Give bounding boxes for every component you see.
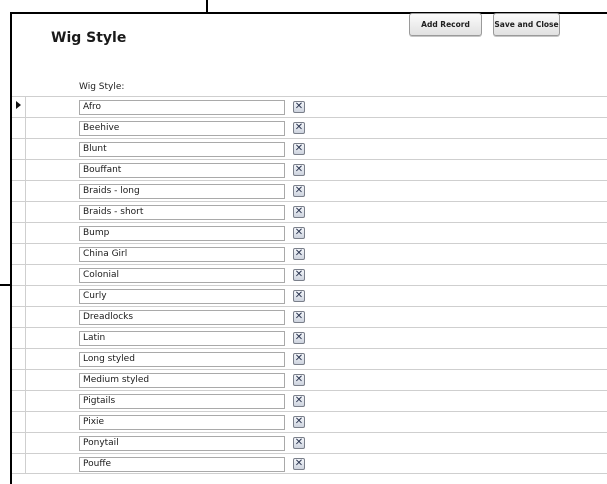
record-selector[interactable] bbox=[12, 160, 26, 180]
record-selector[interactable] bbox=[12, 286, 26, 306]
delete-record-icon[interactable]: ✕ bbox=[293, 101, 305, 113]
record-selector[interactable] bbox=[12, 412, 26, 432]
record-row: Curly ✕ bbox=[12, 285, 607, 306]
wig-style-field[interactable]: Pigtails bbox=[79, 394, 285, 409]
wig-style-field[interactable]: Ponytail bbox=[79, 436, 285, 451]
record-selector[interactable] bbox=[12, 328, 26, 348]
record-row: Medium styled ✕ bbox=[12, 369, 607, 390]
delete-record-icon[interactable]: ✕ bbox=[293, 143, 305, 155]
wig-style-field[interactable]: Latin bbox=[79, 331, 285, 346]
wig-style-field[interactable]: Bouffant bbox=[79, 163, 285, 178]
record-row: Colonial ✕ bbox=[12, 264, 607, 285]
delete-record-icon[interactable]: ✕ bbox=[293, 416, 305, 428]
record-row: Pixie ✕ bbox=[12, 411, 607, 432]
wig-style-field[interactable]: Blunt bbox=[79, 142, 285, 157]
record-selector[interactable] bbox=[12, 349, 26, 369]
record-selector[interactable] bbox=[12, 244, 26, 264]
record-row: Pigtails ✕ bbox=[12, 390, 607, 411]
record-row: Braids - short ✕ bbox=[12, 201, 607, 222]
delete-record-icon[interactable]: ✕ bbox=[293, 185, 305, 197]
record-selector[interactable] bbox=[12, 265, 26, 285]
wig-style-field[interactable]: Pouffe bbox=[79, 457, 285, 472]
record-selector[interactable] bbox=[12, 370, 26, 390]
record-row: Bump ✕ bbox=[12, 222, 607, 243]
wig-style-field[interactable]: Long styled bbox=[79, 352, 285, 367]
record-row: Latin ✕ bbox=[12, 327, 607, 348]
delete-record-icon[interactable]: ✕ bbox=[293, 206, 305, 218]
record-row: China Girl ✕ bbox=[12, 243, 607, 264]
record-row: Braids - long ✕ bbox=[12, 180, 607, 201]
record-selector[interactable] bbox=[12, 97, 26, 117]
wig-style-field[interactable]: Medium styled bbox=[79, 373, 285, 388]
delete-record-icon[interactable]: ✕ bbox=[293, 353, 305, 365]
delete-record-icon[interactable]: ✕ bbox=[293, 290, 305, 302]
add-record-button[interactable]: Add Record bbox=[409, 13, 482, 36]
delete-record-icon[interactable]: ✕ bbox=[293, 248, 305, 260]
record-row: Dreadlocks ✕ bbox=[12, 306, 607, 327]
delete-record-icon[interactable]: ✕ bbox=[293, 458, 305, 470]
wig-style-field[interactable]: Braids - long bbox=[79, 184, 285, 199]
delete-record-icon[interactable]: ✕ bbox=[293, 164, 305, 176]
record-row: Ponytail ✕ bbox=[12, 432, 607, 453]
wig-style-field[interactable]: China Girl bbox=[79, 247, 285, 262]
record-row: Blunt ✕ bbox=[12, 138, 607, 159]
delete-record-icon[interactable]: ✕ bbox=[293, 122, 305, 134]
record-selector[interactable] bbox=[12, 223, 26, 243]
record-selector[interactable] bbox=[12, 391, 26, 411]
record-selector[interactable] bbox=[12, 433, 26, 453]
current-record-arrow-icon bbox=[16, 101, 21, 109]
record-selector[interactable] bbox=[12, 181, 26, 201]
delete-record-icon[interactable]: ✕ bbox=[293, 374, 305, 386]
wig-style-field[interactable]: Afro bbox=[79, 100, 285, 115]
wig-style-field[interactable]: Dreadlocks bbox=[79, 310, 285, 325]
record-selector[interactable] bbox=[12, 307, 26, 327]
column-header-wig-style: Wig Style: bbox=[79, 82, 125, 92]
window-left-stub bbox=[0, 284, 12, 286]
delete-record-icon[interactable]: ✕ bbox=[293, 332, 305, 344]
wig-style-field[interactable]: Bump bbox=[79, 226, 285, 241]
records-list: Afro ✕ Beehive ✕ Blunt ✕ Bouffant ✕ Braids - lon… bbox=[12, 96, 607, 474]
delete-record-icon[interactable]: ✕ bbox=[293, 227, 305, 239]
record-row: Bouffant ✕ bbox=[12, 159, 607, 180]
wig-style-field[interactable]: Braids - short bbox=[79, 205, 285, 220]
record-row: Afro ✕ bbox=[12, 96, 607, 117]
wig-style-field[interactable]: Colonial bbox=[79, 268, 285, 283]
delete-record-icon[interactable]: ✕ bbox=[293, 311, 305, 323]
save-and-close-button[interactable]: Save and Close bbox=[493, 13, 560, 36]
wig-style-field[interactable]: Curly bbox=[79, 289, 285, 304]
record-row: Pouffe ✕ bbox=[12, 453, 607, 474]
record-selector[interactable] bbox=[12, 202, 26, 222]
record-selector[interactable] bbox=[12, 118, 26, 138]
record-row: Beehive ✕ bbox=[12, 117, 607, 138]
record-selector[interactable] bbox=[12, 139, 26, 159]
wig-style-field[interactable]: Beehive bbox=[79, 121, 285, 136]
delete-record-icon[interactable]: ✕ bbox=[293, 269, 305, 281]
record-row: Long styled ✕ bbox=[12, 348, 607, 369]
wig-style-field[interactable]: Pixie bbox=[79, 415, 285, 430]
record-selector[interactable] bbox=[12, 454, 26, 473]
form-title: Wig Style bbox=[51, 30, 127, 46]
delete-record-icon[interactable]: ✕ bbox=[293, 395, 305, 407]
delete-record-icon[interactable]: ✕ bbox=[293, 437, 305, 449]
